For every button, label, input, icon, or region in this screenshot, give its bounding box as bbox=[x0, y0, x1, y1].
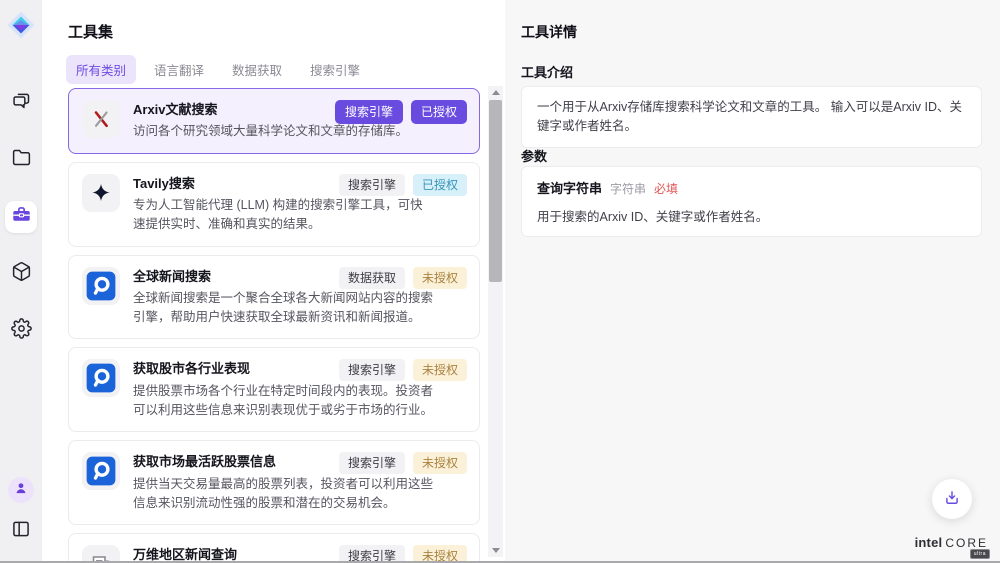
category-tabs: 所有类别语言翻译数据获取搜索引擎 bbox=[66, 55, 370, 84]
param-card: 查询字符串 字符串 必填 用于搜索的Arxiv ID、关键字或作者姓名。 bbox=[521, 166, 982, 237]
scrollbar-down-arrow[interactable] bbox=[488, 544, 503, 557]
auth-badge[interactable]: 未授权 bbox=[413, 452, 467, 474]
sidebar-item-files[interactable] bbox=[5, 144, 37, 176]
tool-badges: 搜索引擎 已授权 bbox=[339, 174, 467, 196]
category-badge: 搜索引擎 bbox=[339, 359, 405, 381]
tool-description: 提供股票市场各个行业在特定时间段内的表现。投资者可以利用这些信息来识别表现优于或… bbox=[133, 382, 435, 421]
tool-badges: 搜索引擎 未授权 bbox=[339, 359, 467, 381]
intel-core-logo: intel CORE ultra bbox=[915, 535, 988, 550]
chat-icon bbox=[11, 90, 32, 116]
sidebar-item-settings[interactable] bbox=[5, 315, 37, 347]
category-tab[interactable]: 语言翻译 bbox=[144, 55, 214, 84]
tool-badges: 搜索引擎 已授权 bbox=[335, 100, 467, 124]
tool-description: 专为人工智能代理 (LLM) 构建的搜索引擎工具，可快速提供实时、准确和真实的结… bbox=[133, 196, 435, 235]
tavily-sparkle-icon bbox=[89, 181, 113, 205]
auth-badge[interactable]: 已授权 bbox=[413, 174, 467, 196]
tool-detail-panel: 工具详情 工具介绍 一个用于从Arxiv存储库搜索科学论文和文章的工具。 输入可… bbox=[505, 0, 1000, 561]
tools-list-panel: 工具集 所有类别语言翻译数据获取搜索引擎 Arxiv文献搜索 bbox=[42, 0, 505, 561]
category-badge: 数据获取 bbox=[339, 267, 405, 289]
juhe-news-icon bbox=[86, 271, 116, 301]
gear-icon bbox=[11, 318, 32, 344]
core-wordmark: CORE ultra bbox=[945, 536, 988, 550]
sidebar-item-packages[interactable] bbox=[5, 258, 37, 290]
ultra-badge: ultra bbox=[970, 549, 990, 559]
left-rail bbox=[0, 0, 42, 561]
tool-list: Arxiv文献搜索 访问各个研究领域大量科学论文和文章的存储库。 搜索引擎 已授… bbox=[68, 88, 480, 561]
category-badge: 搜索引擎 bbox=[335, 100, 403, 124]
page-title: 工具集 bbox=[68, 21, 113, 42]
tool-icon bbox=[82, 452, 120, 490]
tool-description: 提供当天交易量最高的股票列表，投资者可以利用这些信息来识别流动性强的股票和潜在的… bbox=[133, 475, 435, 514]
download-button[interactable] bbox=[932, 479, 972, 519]
tool-description: 全球新闻搜索是一个聚合全球各大新闻网站内容的搜索引擎，帮助用户快速获取全球最新资… bbox=[133, 289, 435, 328]
category-tab[interactable]: 数据获取 bbox=[222, 55, 292, 84]
toolbox-icon bbox=[11, 204, 32, 230]
auth-badge[interactable]: 未授权 bbox=[413, 359, 467, 381]
tool-icon bbox=[82, 174, 120, 212]
user-avatar-icon bbox=[13, 480, 29, 501]
tool-card[interactable]: 获取市场最活跃股票信息 提供当天交易量最高的股票列表，投资者可以利用这些信息来识… bbox=[68, 440, 480, 525]
juhe-news-icon bbox=[86, 456, 116, 486]
param-name: 查询字符串 bbox=[537, 178, 602, 197]
auth-badge[interactable]: 已授权 bbox=[411, 100, 467, 124]
category-tab[interactable]: 搜索引擎 bbox=[300, 55, 370, 84]
intel-wordmark: intel bbox=[915, 535, 943, 550]
user-avatar[interactable] bbox=[8, 477, 34, 503]
tool-icon bbox=[82, 100, 120, 138]
param-description: 用于搜索的Arxiv ID、关键字或作者姓名。 bbox=[537, 206, 966, 225]
detail-title: 工具详情 bbox=[521, 22, 577, 42]
params-heading: 参数 bbox=[521, 146, 547, 165]
intro-card: 一个用于从Arxiv存储库搜索科学论文和文章的工具。 输入可以是Arxiv ID… bbox=[521, 86, 982, 148]
tool-icon bbox=[82, 545, 120, 561]
app-logo-icon bbox=[7, 11, 35, 39]
sidebar-toggle[interactable] bbox=[5, 515, 37, 547]
param-type: 字符串 bbox=[610, 180, 646, 197]
scrollbar-thumb[interactable] bbox=[489, 100, 502, 282]
tool-icon bbox=[82, 267, 120, 305]
tool-card[interactable]: Tavily搜索 专为人工智能代理 (LLM) 构建的搜索引擎工具，可快速提供实… bbox=[68, 162, 480, 247]
auth-badge[interactable]: 未授权 bbox=[413, 267, 467, 289]
param-required-badge: 必填 bbox=[654, 180, 678, 197]
auth-badge[interactable]: 未授权 bbox=[413, 545, 467, 561]
tool-card[interactable]: Arxiv文献搜索 访问各个研究领域大量科学论文和文章的存储库。 搜索引擎 已授… bbox=[68, 88, 480, 154]
arxiv-icon bbox=[89, 107, 113, 131]
category-tab[interactable]: 所有类别 bbox=[66, 55, 136, 84]
cube-icon bbox=[11, 261, 32, 287]
tool-badges: 搜索引擎 未授权 bbox=[339, 545, 467, 561]
intro-heading: 工具介绍 bbox=[521, 62, 573, 81]
category-badge: 搜索引擎 bbox=[339, 174, 405, 196]
category-badge: 搜索引擎 bbox=[339, 545, 405, 561]
tool-icon bbox=[82, 359, 120, 397]
tool-card[interactable]: 获取股市各行业表现 提供股票市场各个行业在特定时间段内的表现。投资者可以利用这些… bbox=[68, 347, 480, 432]
tool-badges: 搜索引擎 未授权 bbox=[339, 452, 467, 474]
tool-card[interactable]: 万维地区新闻查询 查询具体行政区划内的新闻，快速了解各地新闻动 搜索引擎 未授权 bbox=[68, 533, 480, 561]
juhe-news-icon bbox=[86, 363, 116, 393]
tool-badges: 数据获取 未授权 bbox=[339, 267, 467, 289]
sidebar-item-tools[interactable] bbox=[5, 201, 37, 233]
category-badge: 搜索引擎 bbox=[339, 452, 405, 474]
intro-text: 一个用于从Arxiv存储库搜索科学论文和文章的工具。 输入可以是Arxiv ID… bbox=[537, 98, 966, 136]
tool-description: 访问各个研究领域大量科学论文和文章的存储库。 bbox=[133, 122, 435, 141]
sidebar-item-chat[interactable] bbox=[5, 87, 37, 119]
tool-card[interactable]: 全球新闻搜索 全球新闻搜索是一个聚合全球各大新闻网站内容的搜索引擎，帮助用户快速… bbox=[68, 255, 480, 340]
layout-columns-icon bbox=[11, 519, 31, 544]
list-scrollbar[interactable] bbox=[488, 86, 503, 557]
newspaper-icon bbox=[89, 552, 113, 561]
scrollbar-up-arrow[interactable] bbox=[488, 86, 503, 99]
folder-icon bbox=[11, 147, 32, 173]
download-icon bbox=[943, 489, 961, 510]
